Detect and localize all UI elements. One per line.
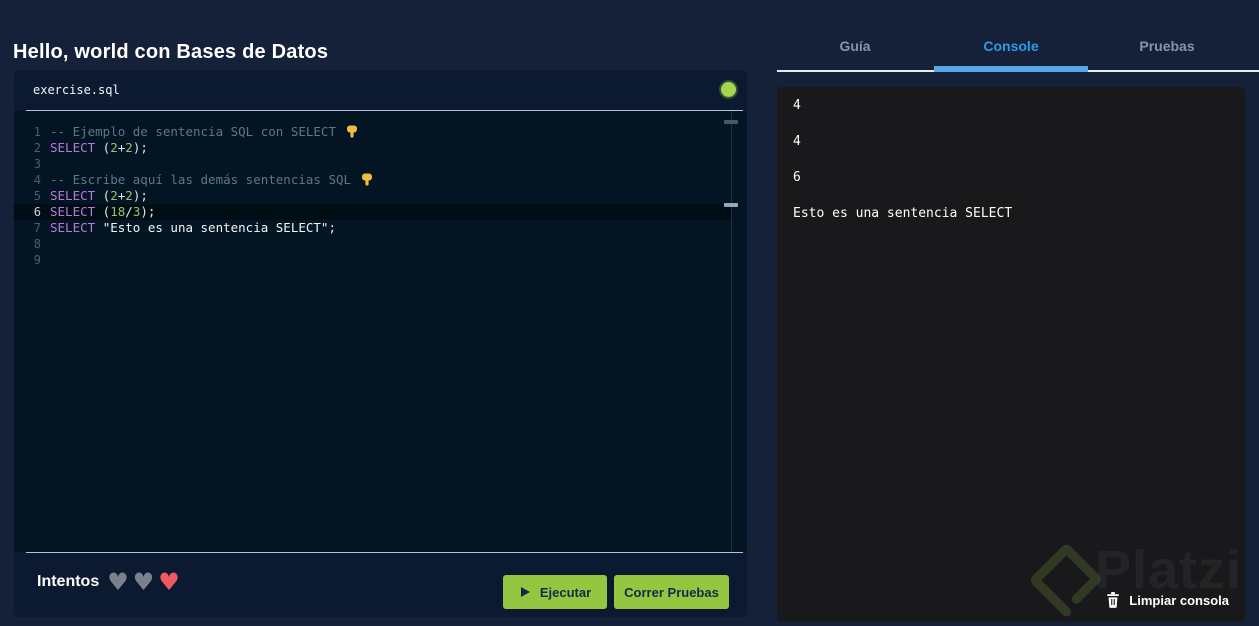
editor-overview-ruler[interactable]	[731, 111, 732, 552]
clear-console-label: Limpiar consola	[1129, 592, 1229, 608]
attempts-hearts: ♥ ♥ ♥	[107, 568, 180, 596]
code-line[interactable]: 4 -- Escribe aquí las demás sentencias SQ…	[14, 172, 731, 188]
tab-guia[interactable]: Guía	[777, 33, 933, 65]
backhand-index-pointing-down-emoji	[361, 173, 373, 190]
heart-icon: ♥	[132, 568, 155, 596]
status-dot-icon	[721, 82, 736, 97]
backhand-index-pointing-down-emoji	[346, 125, 358, 142]
code-token: 2	[110, 188, 118, 203]
code-token: );	[132, 140, 148, 155]
code-line-text: SELECT (2+2);	[50, 188, 148, 204]
code-token: SELECT	[50, 220, 96, 235]
code-token: (	[95, 140, 111, 155]
attempts-label: Intentos	[37, 573, 100, 590]
console-panel: Platzi 4 4 6 Esto es una sentencia SELECT L…	[777, 87, 1245, 622]
code-token: "Esto es una sentencia SELECT"	[102, 220, 329, 235]
active-tab-indicator	[934, 66, 1088, 72]
code-line-text: -- Escribe aquí las demás sentencias SQL	[50, 172, 373, 188]
code-token: SELECT	[50, 204, 96, 219]
code-token: ;	[328, 220, 336, 235]
code-token: 2	[125, 188, 133, 203]
active-line-marker	[724, 203, 738, 207]
line-number: 8	[33, 237, 41, 251]
code-token: );	[132, 188, 148, 203]
clear-console-button[interactable]: Limpiar consola	[1106, 592, 1229, 608]
code-lines: 1 -- Ejemplo de sentencia SQL con SELECT …	[14, 124, 747, 268]
line-number: 2	[33, 141, 41, 155]
scrollbar-thumb[interactable]	[724, 120, 738, 124]
line-number: 7	[33, 221, 41, 235]
code-line[interactable]: 9	[14, 252, 731, 268]
line-number: 9	[33, 253, 41, 267]
code-token: (	[95, 188, 111, 203]
page-title: Hello, world con Bases de Datos	[13, 41, 329, 64]
tab-pruebas[interactable]: Pruebas	[1089, 33, 1245, 65]
code-token: (	[95, 204, 111, 219]
run-tests-button-label: Correr Pruebas	[624, 584, 719, 600]
run-button[interactable]: Ejecutar	[503, 575, 607, 609]
trash-icon	[1106, 592, 1120, 608]
code-token: SELECT	[50, 140, 96, 155]
heart-icon: ♥	[107, 568, 129, 596]
code-token: 18	[110, 204, 126, 219]
editor-panel: exercise.sql 1 -- Ejemplo de sentencia SQ…	[14, 70, 747, 617]
editor-header: exercise.sql	[14, 70, 747, 110]
code-line[interactable]: 6 SELECT (18/3);	[14, 204, 731, 220]
platzi-logo-watermark	[1029, 543, 1101, 622]
code-line-text: SELECT (18/3);	[50, 204, 155, 220]
editor-filename: exercise.sql	[33, 83, 120, 97]
console-line: Esto es una sentencia SELECT	[793, 205, 1013, 221]
line-number: 4	[33, 173, 41, 187]
code-token: 2	[110, 140, 118, 155]
play-icon	[519, 586, 531, 598]
code-line[interactable]: 7 SELECT "Esto es una sentencia SELECT";	[14, 220, 731, 236]
code-line-text: SELECT "Esto es una sentencia SELECT";	[50, 220, 336, 236]
code-line[interactable]: 5 SELECT (2+2);	[14, 188, 731, 204]
console-output: 4 4 6 Esto es una sentencia SELECT	[777, 87, 1245, 231]
editor-footer: Intentos ♥ ♥ ♥ Ejecutar Correr Pruebas	[14, 553, 747, 617]
run-tests-button[interactable]: Correr Pruebas	[614, 575, 729, 609]
code-token: SELECT	[50, 188, 96, 203]
code-token: -- Escribe aquí las demás sentencias SQL	[50, 172, 359, 187]
line-number: 5	[33, 189, 41, 203]
console-line: 4	[793, 97, 801, 113]
code-line[interactable]: 8	[14, 236, 731, 252]
code-token: );	[140, 204, 156, 219]
code-line[interactable]: 1 -- Ejemplo de sentencia SQL con SELECT	[14, 124, 731, 140]
heart-icon: ♥	[158, 568, 180, 596]
line-number: 6	[33, 205, 41, 219]
line-number: 3	[33, 157, 41, 171]
code-line[interactable]: 3	[14, 156, 731, 172]
attempts: Intentos ♥ ♥ ♥	[37, 568, 180, 596]
code-token: 2	[125, 140, 133, 155]
code-token: -- Ejemplo de sentencia SQL con SELECT	[50, 124, 344, 139]
code-line-text: SELECT (2+2);	[50, 140, 148, 156]
tab-console[interactable]: Console	[933, 33, 1089, 65]
line-number: 1	[33, 125, 41, 139]
console-line: 6	[793, 169, 801, 185]
code-line[interactable]: 2 SELECT (2+2);	[14, 140, 731, 156]
run-button-label: Ejecutar	[539, 584, 592, 600]
code-token: /	[125, 204, 133, 219]
code-editor[interactable]: 1 -- Ejemplo de sentencia SQL con SELECT …	[14, 111, 747, 552]
console-line: 4	[793, 133, 801, 149]
code-line-text: -- Ejemplo de sentencia SQL con SELECT	[50, 124, 358, 140]
tabbar: Guía Console Pruebas	[777, 33, 1245, 65]
